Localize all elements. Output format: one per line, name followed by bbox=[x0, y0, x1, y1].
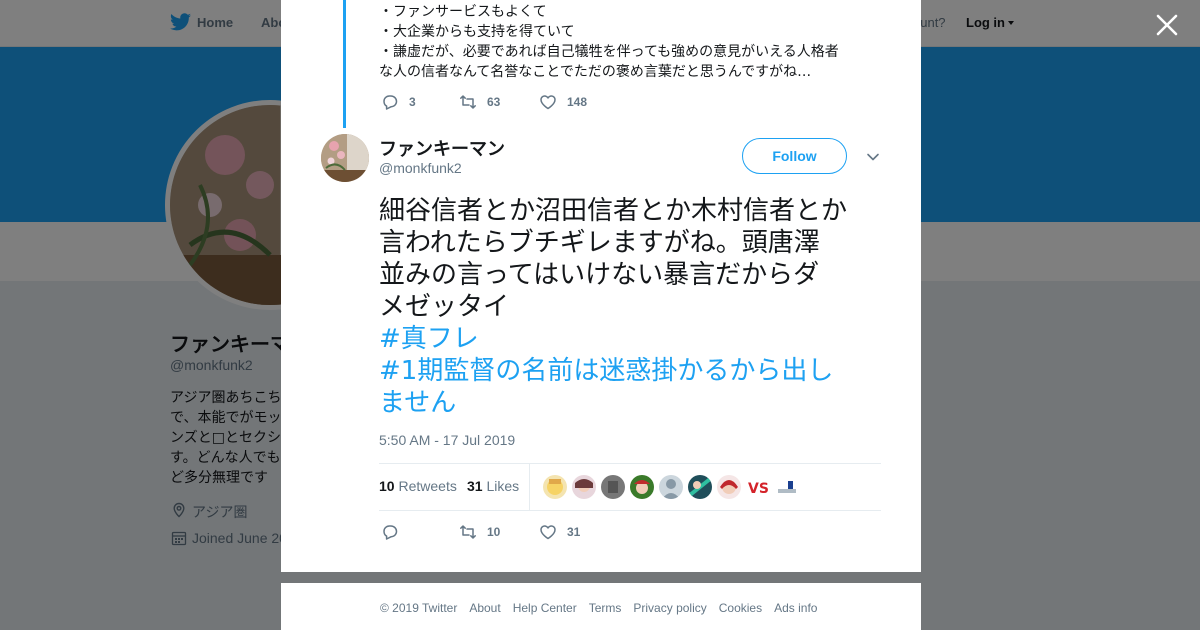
chevron-down-icon[interactable] bbox=[866, 150, 880, 164]
tweet-text-line: 言われたらブチギレますがね。頭唐澤 bbox=[379, 228, 820, 258]
liker-avatar[interactable]: VS bbox=[746, 475, 770, 499]
liker-avatar[interactable] bbox=[572, 475, 596, 499]
reply-icon bbox=[383, 95, 398, 110]
footer-links: © 2019 Twitter About Help Center Terms P… bbox=[380, 601, 829, 615]
tweet-permalink-modal: ・ファンサービスもよくて ・大企業からも支持を得ていて ・謙虚だが、必要であれば… bbox=[281, 0, 921, 572]
previous-tweet-line: ・ファンサービスもよくて bbox=[379, 4, 547, 20]
previous-tweet-text: ・ファンサービスもよくて ・大企業からも支持を得ていて ・謙虚だが、必要であれば… bbox=[379, 2, 859, 82]
likes-label: Likes bbox=[486, 478, 520, 494]
hashtag-link[interactable]: #真フレ bbox=[379, 323, 883, 355]
liker-avatar[interactable] bbox=[717, 475, 741, 499]
tweet-author-handle[interactable]: @monkfunk2 bbox=[379, 160, 462, 176]
like-count: 148 bbox=[567, 95, 588, 109]
retweet-count: 63 bbox=[487, 95, 501, 109]
retweets-stat[interactable]: 10 Retweets bbox=[379, 478, 457, 494]
retweets-count: 10 bbox=[379, 478, 395, 494]
retweet-count: 10 bbox=[487, 525, 501, 539]
reply-button[interactable]: 3 bbox=[381, 92, 416, 112]
footer-link-ads-info[interactable]: Ads info bbox=[774, 601, 817, 615]
tweet-text-line: 並みの言ってはいけない暴言だからダ bbox=[379, 260, 820, 290]
footer-link-terms[interactable]: Terms bbox=[589, 601, 622, 615]
like-count: 31 bbox=[567, 525, 581, 539]
hashtag-link[interactable]: #1期監督の名前は迷惑掛かるから出し bbox=[379, 355, 883, 387]
previous-tweet-line: な人の信者なんて名誉なことでただの褒め言葉だと思うんですがね… bbox=[379, 64, 812, 80]
previous-tweet-line: ・大企業からも支持を得ていて bbox=[379, 24, 575, 40]
like-button[interactable]: 31 bbox=[539, 522, 580, 542]
likes-stat[interactable]: 31 Likes bbox=[467, 478, 519, 494]
svg-text:VS: VS bbox=[748, 481, 769, 497]
tweet-stats: 10 Retweets 31 Likes VS bbox=[379, 463, 881, 511]
retweet-icon bbox=[460, 525, 476, 539]
footer-link-privacy[interactable]: Privacy policy bbox=[633, 601, 706, 615]
conversation-thread-line bbox=[343, 0, 346, 128]
liker-avatar[interactable] bbox=[630, 475, 654, 499]
footer-link-cookies[interactable]: Cookies bbox=[719, 601, 762, 615]
previous-tweet-line: ・謙虚だが、必要であれば自己犠牲を伴っても強めの意見がいえる人格者 bbox=[379, 44, 839, 60]
liker-avatar[interactable] bbox=[775, 475, 799, 499]
retweet-button[interactable]: 63 bbox=[459, 92, 500, 112]
avatar-photo bbox=[321, 134, 369, 182]
follow-button[interactable]: Follow bbox=[742, 138, 847, 174]
tweet-text-line: 細谷信者とか沼田信者とか木村信者とか bbox=[379, 196, 848, 226]
liker-avatar[interactable] bbox=[688, 475, 712, 499]
retweet-button[interactable]: 10 bbox=[459, 522, 500, 542]
tweet-timestamp[interactable]: 5:50 AM - 17 Jul 2019 bbox=[379, 432, 515, 448]
retweets-label: Retweets bbox=[398, 478, 457, 494]
likes-count: 31 bbox=[467, 478, 483, 494]
tweet-text: 細谷信者とか沼田信者とか木村信者とか 言われたらブチギレますがね。頭唐澤 並みの… bbox=[379, 195, 883, 419]
like-icon bbox=[540, 525, 556, 540]
tweet-author-avatar[interactable] bbox=[321, 134, 369, 182]
stats-divider bbox=[529, 464, 530, 510]
reply-count: 3 bbox=[409, 95, 416, 109]
reply-button[interactable] bbox=[381, 522, 399, 542]
retweet-icon bbox=[460, 95, 476, 109]
footer-link-about[interactable]: About bbox=[469, 601, 500, 615]
tweet-text-line: メゼッタイ bbox=[379, 292, 510, 322]
tweet-author-name[interactable]: ファンキーマン bbox=[379, 135, 505, 161]
like-icon bbox=[540, 95, 556, 110]
reply-icon bbox=[383, 525, 398, 540]
footer-link-help-center[interactable]: Help Center bbox=[513, 601, 577, 615]
modal-footer: © 2019 Twitter About Help Center Terms P… bbox=[281, 583, 921, 630]
close-icon[interactable] bbox=[1154, 12, 1180, 38]
like-button[interactable]: 148 bbox=[539, 92, 587, 112]
hashtag-link-continued[interactable]: ません bbox=[379, 387, 883, 419]
liker-avatar[interactable] bbox=[543, 475, 567, 499]
liker-avatar[interactable] bbox=[601, 475, 625, 499]
liker-avatar[interactable] bbox=[659, 475, 683, 499]
footer-copyright: © 2019 Twitter bbox=[380, 601, 458, 615]
